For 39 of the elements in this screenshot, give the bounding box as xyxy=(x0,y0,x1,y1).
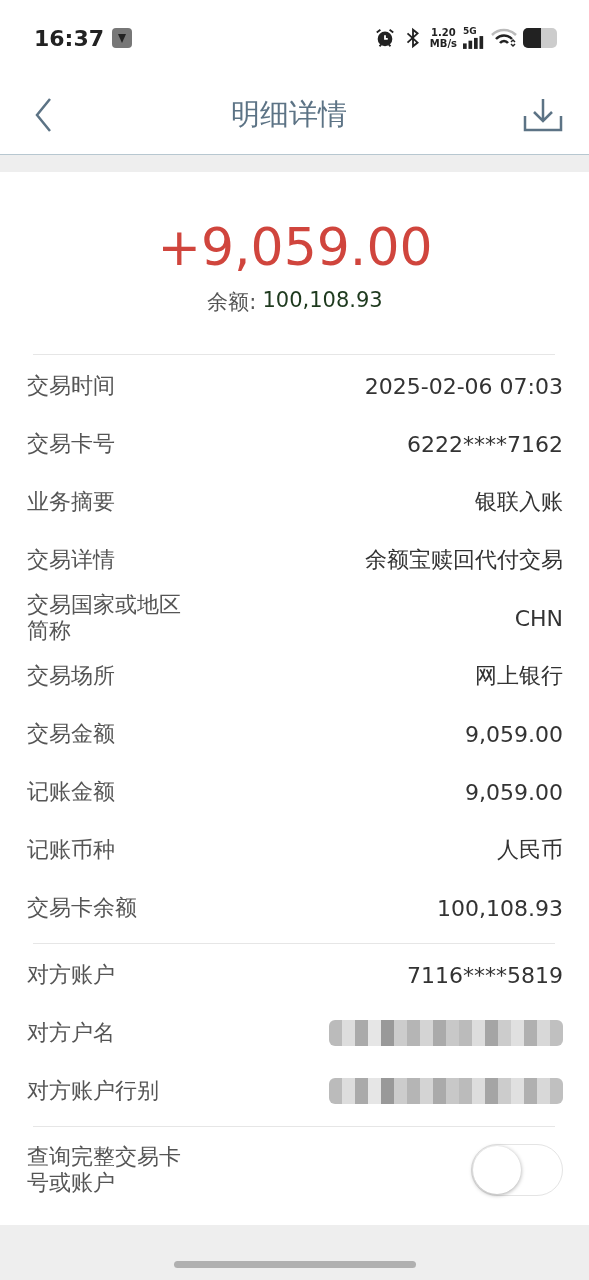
network-speed: 1.20 MB/s xyxy=(429,27,457,49)
field-value: 2025-02-06 07:03 xyxy=(364,373,563,399)
field-label: 对方户名 xyxy=(27,1020,116,1046)
field-label: 交易详情 xyxy=(27,547,116,573)
balance-amount: 100,108.93 xyxy=(262,288,383,314)
field-label: 交易场所 xyxy=(27,663,116,689)
signal-icon xyxy=(463,36,485,49)
app-notification-icon xyxy=(112,28,133,48)
field-label: 交易金额 xyxy=(27,721,116,747)
field-label: 交易国家或地区简称 xyxy=(27,592,182,644)
page-title: 明细详情 xyxy=(230,96,347,133)
download-button[interactable] xyxy=(523,98,563,132)
wifi-icon xyxy=(491,28,517,48)
toggle-switch[interactable] xyxy=(471,1144,563,1196)
field-label: 对方账户行别 xyxy=(27,1078,160,1104)
battery-icon xyxy=(523,28,559,48)
field-label: 记账币种 xyxy=(27,837,116,863)
field-value: 银联入账 xyxy=(475,488,563,516)
field-value: 9,059.00 xyxy=(465,721,563,747)
field-value: CHN xyxy=(514,605,563,631)
transaction-amount: +9,059.00 xyxy=(157,216,433,279)
field-value: 9,059.00 xyxy=(465,779,563,805)
field-label: 交易卡余额 xyxy=(27,895,138,921)
field-value: 100,108.93 xyxy=(437,895,563,921)
balance-label: 余额: xyxy=(207,289,257,316)
field-label: 交易卡号 xyxy=(27,431,116,457)
field-value: 6222****7162 xyxy=(407,431,563,457)
field-label: 对方账户 xyxy=(27,962,116,988)
back-button[interactable] xyxy=(34,97,54,133)
network-type: 5G xyxy=(463,27,477,36)
field-label: 记账金额 xyxy=(27,779,116,805)
field-value: 余额宝赎回代付交易 xyxy=(365,546,563,574)
field-value: 人民币 xyxy=(497,836,563,864)
field-value: 网上银行 xyxy=(475,662,563,690)
field-label: 业务摘要 xyxy=(27,489,116,515)
field-label: 交易时间 xyxy=(27,373,116,399)
toggle-label: 查询完整交易卡号或账户 xyxy=(27,1144,182,1196)
field-value: 7116****5819 xyxy=(407,962,563,988)
clock-time: 16:37 xyxy=(34,25,105,51)
